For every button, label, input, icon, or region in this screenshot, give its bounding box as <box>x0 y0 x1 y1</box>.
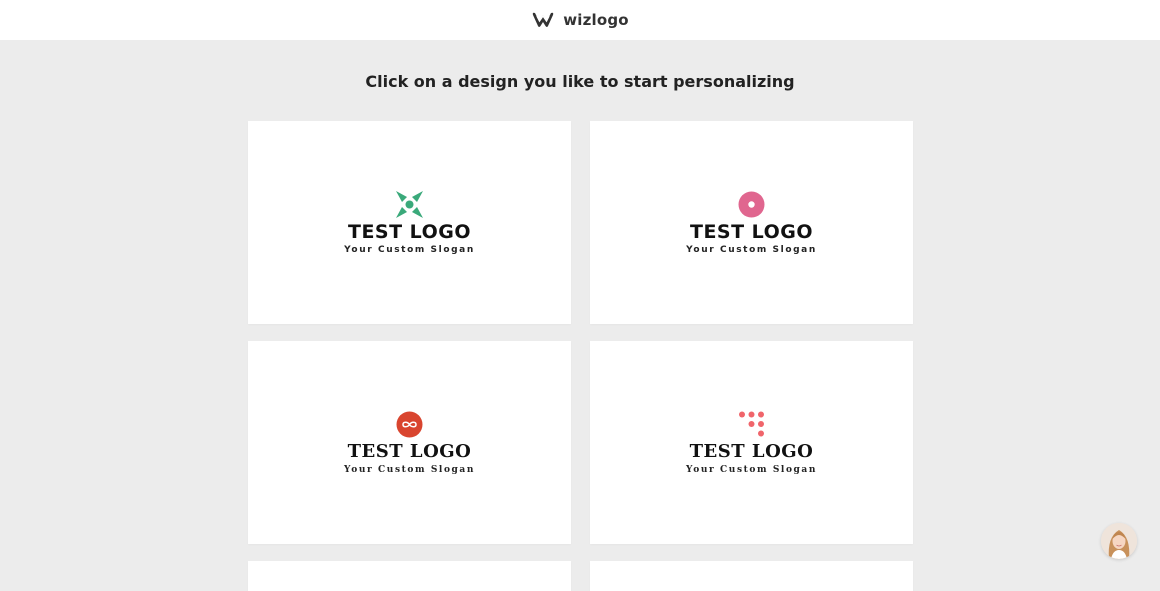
brand-name: wizlogo <box>563 11 629 29</box>
top-bar: wizlogo <box>0 0 1160 40</box>
support-agent-avatar-icon <box>1101 523 1137 559</box>
logo-title: TEST LOGO <box>689 441 814 462</box>
design-card-2[interactable]: TEST LOGO Your Custom Slogan <box>590 121 913 324</box>
design-card-5[interactable] <box>248 561 571 591</box>
logo-title: TEST LOGO <box>347 441 472 462</box>
logo-slogan: Your Custom Slogan <box>686 245 817 255</box>
logo-slogan: Your Custom Slogan <box>344 245 475 255</box>
brand-logo-link[interactable]: wizlogo <box>531 11 629 29</box>
logo-slogan: Your Custom Slogan <box>343 465 476 475</box>
design-card-6[interactable] <box>590 561 913 591</box>
logo-title: TEST LOGO <box>689 221 814 243</box>
infinity-circle-icon <box>396 411 423 438</box>
wizlogo-mark-icon <box>532 12 554 27</box>
design-card-4[interactable]: TEST LOGO Your Custom Slogan <box>590 341 913 544</box>
ring-dot-icon <box>738 191 765 218</box>
design-card-3[interactable]: TEST LOGO Your Custom Slogan <box>248 341 571 544</box>
logo-slogan: Your Custom Slogan <box>685 465 818 475</box>
support-agent-avatar[interactable] <box>1101 523 1137 559</box>
page-headline: Click on a design you like to start pers… <box>365 72 795 91</box>
design-card-1[interactable]: TEST LOGO Your Custom Slogan <box>248 121 571 324</box>
x-diamond-icon <box>396 191 423 218</box>
dot-grid-icon <box>739 411 764 437</box>
logo-title: TEST LOGO <box>347 221 472 243</box>
